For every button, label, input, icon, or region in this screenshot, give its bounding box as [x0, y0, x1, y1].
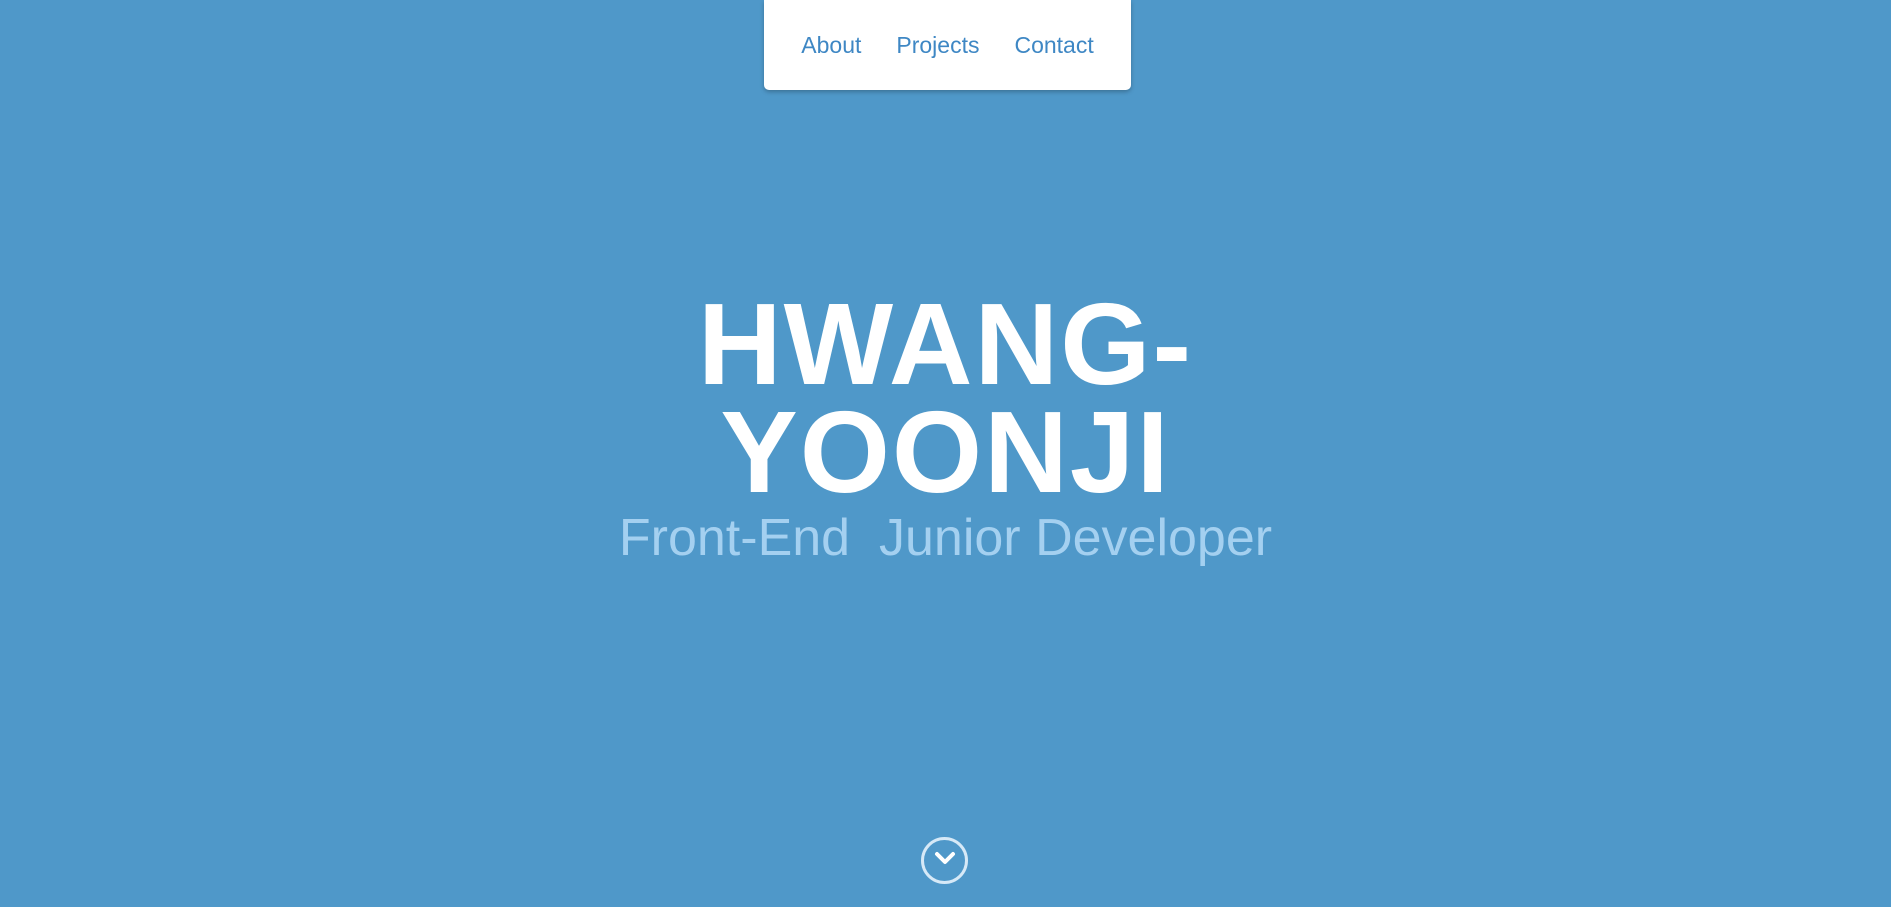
scroll-down-button[interactable]: [921, 837, 968, 884]
nav-link-about[interactable]: About: [801, 32, 861, 59]
nav-link-contact[interactable]: Contact: [1014, 32, 1093, 59]
nav-link-projects[interactable]: Projects: [896, 32, 979, 59]
hero-name: HWANG-YOONJI: [697, 279, 1194, 517]
top-navigation: About Projects Contact: [764, 0, 1131, 90]
chevron-down-icon: [934, 851, 956, 870]
hero-subtitle: Front-End Junior Developer: [618, 509, 1273, 567]
hero-section: HWANG-YOONJI Front-End Junior Developer: [0, 279, 1891, 568]
